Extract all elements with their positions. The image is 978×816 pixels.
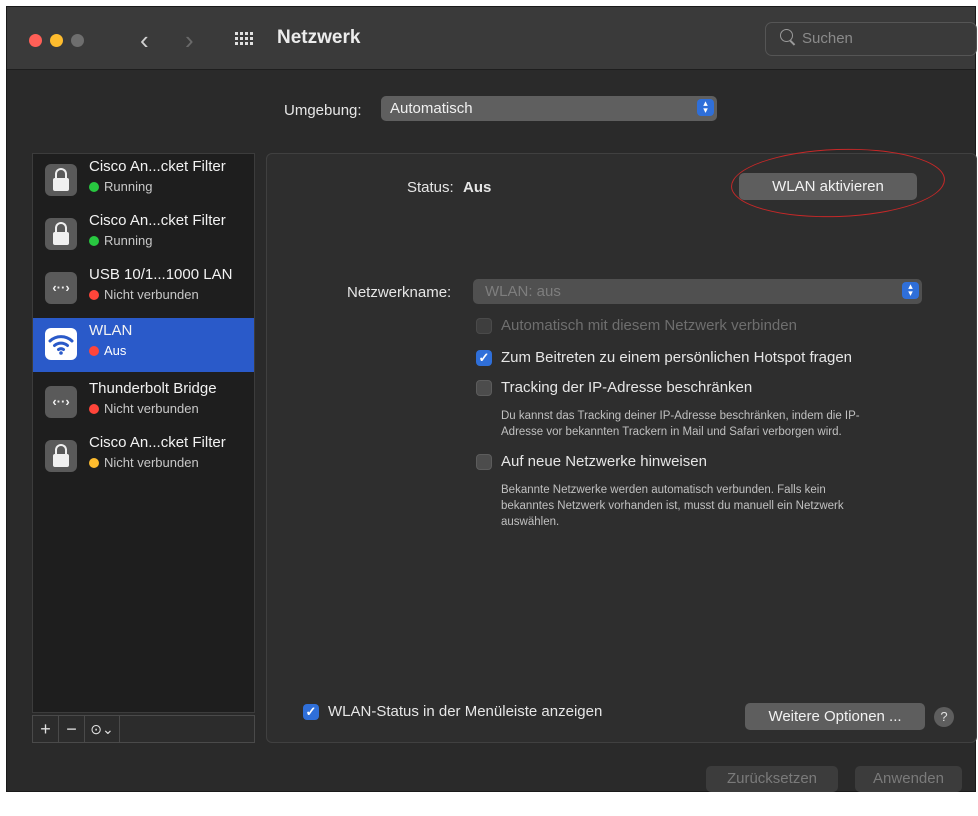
- menubar-status-checkbox[interactable]: ✓: [303, 704, 319, 720]
- popup-arrows-icon: ▴ ▾: [902, 282, 919, 299]
- service-name: Cisco An...cket Filter: [89, 434, 226, 451]
- search-placeholder: Suchen: [802, 30, 853, 47]
- limit-ip-tracking-label: Tracking der IP-Adresse beschränken: [501, 379, 753, 396]
- status-dot-icon: [89, 346, 99, 356]
- service-list-toolbar: + − ⊙⌄: [32, 715, 255, 743]
- popup-arrows-icon: ▴ ▾: [697, 99, 714, 116]
- network-name-label: Netzwerkname:: [347, 284, 452, 301]
- action-menu-button[interactable]: ⊙⌄: [85, 716, 120, 742]
- ask-new-networks-checkbox[interactable]: [476, 454, 492, 470]
- service-name: Thunderbolt Bridge: [89, 380, 217, 397]
- service-name: Cisco An...cket Filter: [89, 212, 226, 229]
- service-status: Nicht verbunden: [89, 287, 199, 302]
- environment-label: Umgebung:: [284, 102, 362, 119]
- back-chevron-icon[interactable]: ‹: [140, 23, 149, 57]
- hotspot-ask-checkbox[interactable]: ✓: [476, 350, 492, 366]
- service-status: Running: [89, 233, 152, 248]
- lock-icon: [45, 440, 77, 472]
- service-item-cisco-filter-1[interactable]: Cisco An...cket Filter Running: [33, 154, 254, 208]
- status-value: Aus: [463, 179, 492, 196]
- zoom-window-button[interactable]: [71, 34, 84, 47]
- hotspot-ask-label: Zum Beitreten zu einem persönlichen Hots…: [501, 349, 853, 366]
- status-dot-icon: [89, 290, 99, 300]
- add-service-button[interactable]: +: [33, 716, 59, 742]
- remove-service-button[interactable]: −: [59, 716, 85, 742]
- ethernet-icon: ‹··›: [45, 386, 77, 418]
- apply-button[interactable]: Anwenden: [855, 766, 962, 792]
- service-item-wlan[interactable]: WLAN Aus: [33, 318, 254, 372]
- service-name: Cisco An...cket Filter: [89, 158, 226, 175]
- environment-popup[interactable]: Automatisch ▴ ▾: [381, 96, 717, 121]
- search-icon: [780, 29, 793, 42]
- search-field[interactable]: Suchen: [765, 22, 977, 56]
- forward-chevron-icon[interactable]: ›: [185, 23, 194, 57]
- lock-icon: [45, 164, 77, 196]
- more-options-button[interactable]: Weitere Optionen ...: [745, 703, 925, 730]
- limit-ip-tracking-checkbox[interactable]: [476, 380, 492, 396]
- service-status: Nicht verbunden: [89, 401, 199, 416]
- menubar-status-label: WLAN-Status in der Menüleiste anzeigen: [328, 703, 603, 720]
- ask-new-networks-description: Bekannte Netzwerke werden automatisch ve…: [501, 484, 844, 528]
- service-name: USB 10/1...1000 LAN: [89, 266, 233, 283]
- title-bar: ‹ › Netzwerk Suchen: [7, 7, 977, 70]
- status-dot-icon: [89, 236, 99, 246]
- help-button[interactable]: ?: [934, 707, 954, 727]
- service-status: Aus: [89, 343, 126, 358]
- status-label: Status:: [407, 179, 454, 196]
- service-item-cisco-filter-2[interactable]: Cisco An...cket Filter Running: [33, 208, 254, 262]
- service-list: Cisco An...cket Filter Running Cisco An.…: [32, 153, 255, 713]
- service-status: Running: [89, 179, 152, 194]
- network-name-popup[interactable]: WLAN: aus ▴ ▾: [473, 279, 922, 304]
- revert-button[interactable]: Zurücksetzen: [706, 766, 838, 792]
- environment-value: Automatisch: [390, 100, 473, 117]
- wifi-icon: [45, 328, 77, 360]
- status-dot-icon: [89, 182, 99, 192]
- minimize-window-button[interactable]: [50, 34, 63, 47]
- service-name: WLAN: [89, 322, 133, 339]
- limit-ip-tracking-description: Du kannst das Tracking deiner IP-Adresse…: [501, 410, 860, 438]
- service-status: Nicht verbunden: [89, 455, 199, 470]
- ethernet-icon: ‹··›: [45, 272, 77, 304]
- network-preferences-window: ‹ › Netzwerk Suchen Umgebung: Automatisc…: [6, 6, 977, 792]
- show-all-grid-icon[interactable]: [235, 32, 253, 46]
- service-item-thunderbolt-bridge[interactable]: ‹··› Thunderbolt Bridge Nicht verbunden: [33, 376, 254, 430]
- status-dot-icon: [89, 458, 99, 468]
- window-title: Netzwerk: [277, 27, 361, 48]
- wlan-detail-panel: Status: Aus WLAN aktivieren Netzwerkname…: [266, 153, 977, 743]
- ask-new-networks-label: Auf neue Netzwerke hinweisen: [501, 453, 707, 470]
- status-dot-icon: [89, 404, 99, 414]
- lock-icon: [45, 218, 77, 250]
- auto-join-checkbox[interactable]: [476, 318, 492, 334]
- network-name-value: WLAN: aus: [485, 283, 561, 300]
- auto-join-label: Automatisch mit diesem Netzwerk verbinde…: [501, 317, 797, 334]
- close-window-button[interactable]: [29, 34, 42, 47]
- service-item-usb-lan[interactable]: ‹··› USB 10/1...1000 LAN Nicht verbunden: [33, 262, 254, 316]
- service-item-cisco-filter-3[interactable]: Cisco An...cket Filter Nicht verbunden: [33, 430, 254, 484]
